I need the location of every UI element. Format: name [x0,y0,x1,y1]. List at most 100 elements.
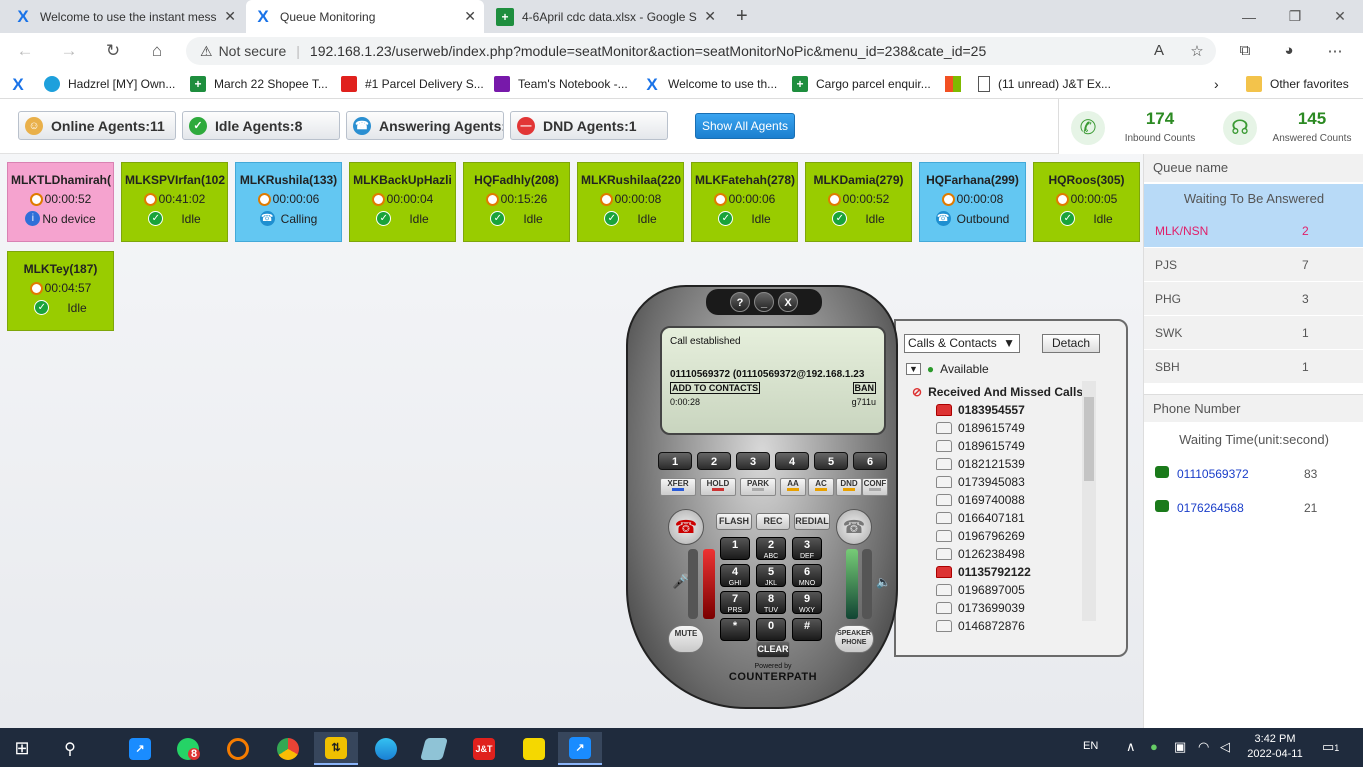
close-icon[interactable]: ✕ [224,8,236,25]
function-button[interactable]: XFER [660,478,696,496]
taskbar-whatsapp[interactable]: 8 [166,732,210,765]
taskbar-app-3[interactable] [216,732,260,765]
add-to-contacts-button[interactable]: ADD TO CONTACTS [670,382,761,394]
fav-item-3[interactable]: Team's Notebook -... [494,75,628,93]
fav-item-1[interactable]: + March 22 Shopee T... [190,75,328,93]
fav-item-4[interactable]: X Welcome to use th... [644,75,777,94]
fav-item-2[interactable]: #1 Parcel Delivery S... [341,75,484,93]
collections-icon[interactable]: ⧉ [1234,42,1256,62]
function-button[interactable]: AA [780,478,806,496]
call-list-item[interactable]: 01135792122 [936,563,1086,581]
function-button[interactable]: PARK [740,478,776,496]
minimize-button[interactable]: _ [754,292,774,312]
keypad-key[interactable]: # [792,618,822,641]
keypad-key[interactable]: 5 JKL [756,564,786,587]
scroll-thumb[interactable] [1084,397,1094,481]
url-field[interactable]: ⚠ Not secure | 192.168.1.23/userweb/inde… [186,37,1216,65]
fav-x[interactable]: X [10,75,34,94]
network-icon[interactable]: ▣ [1174,739,1186,755]
keypad-key[interactable]: 7 PRS [720,591,750,614]
rec-button[interactable]: REC [756,513,790,530]
forward-icon[interactable]: → [56,39,82,63]
queue-row[interactable]: SBH 1 [1144,350,1363,384]
window-close-icon[interactable]: ✕ [1317,0,1363,33]
call-list-item[interactable]: 0189615749 [936,419,1086,437]
agent-card[interactable]: MLKTey(187) 00:04:57 ✓ Idle [7,251,114,331]
line-button[interactable]: 4 [775,452,809,470]
online-agents-button[interactable]: ☺ Online Agents:11 [18,111,176,140]
line-button[interactable]: 5 [814,452,848,470]
taskbar-app-7[interactable] [412,732,456,765]
agent-card[interactable]: MLKRushilaa(220 00:00:08 ✓ Idle [577,162,684,242]
search-button[interactable]: ⚲ [48,732,92,765]
line-button[interactable]: 3 [736,452,770,470]
tab-spreadsheet[interactable]: + 4-6April cdc data.xlsx - Google S ✕ [488,0,724,33]
notifications-icon[interactable]: ▭1 [1322,739,1339,755]
chevron-up-icon[interactable]: ∧ [1126,739,1136,755]
favorite-star-icon[interactable]: ☆ [1186,42,1208,62]
queue-row[interactable]: SWK 1 [1144,316,1363,350]
read-aloud-icon[interactable]: A [1148,42,1170,62]
agent-card[interactable]: HQFadhly(208) 00:15:26 ✓ Idle [463,162,570,242]
chevron-right-icon[interactable]: › [1214,75,1219,93]
function-button[interactable]: CONF [862,478,888,496]
taskbar-jt[interactable]: J&T [462,732,506,765]
agent-card[interactable]: MLKRushila(133) 00:00:06 ☎ Calling [235,162,342,242]
close-button[interactable]: X [778,292,798,312]
call-list-item[interactable]: 0166407181 [936,509,1086,527]
other-favorites[interactable]: Other favorites [1246,75,1349,93]
show-all-agents-button[interactable]: Show All Agents [695,113,795,139]
call-list-item[interactable]: 0173699039 [936,599,1086,617]
tray-app-icon[interactable]: ● [1150,739,1158,754]
keypad-key[interactable]: 4 GHI [720,564,750,587]
speaker-slider[interactable] [862,549,872,619]
call-list-item[interactable]: 0182121539 [936,455,1086,473]
function-button[interactable]: AC [808,478,834,496]
calls-scrollbar[interactable] [1082,381,1096,621]
fav-item-5[interactable]: + Cargo parcel enquir... [792,75,931,93]
queue-row[interactable]: PJS 7 [1144,248,1363,282]
call-list-item[interactable]: 0183954557 [936,401,1086,419]
call-list-item[interactable]: 0146872876 [936,617,1086,635]
call-list-item[interactable]: 0189615749 [936,437,1086,455]
call-list-item[interactable]: 0169740088 [936,491,1086,509]
fav-windows[interactable] [945,75,969,93]
back-icon[interactable]: ← [12,39,38,63]
call-list-item[interactable]: 0196897005 [936,581,1086,599]
close-icon[interactable]: ✕ [704,8,716,25]
volume-icon[interactable]: ◁ [1220,739,1230,755]
call-list-item[interactable]: 0173945083 [936,473,1086,491]
waiting-phone-number[interactable]: 0176264568 [1177,501,1244,515]
keypad-key[interactable]: 9 WXY [792,591,822,614]
flash-button[interactable]: FLASH [716,513,752,530]
queue-row[interactable]: PHG 3 [1144,282,1363,316]
line-button[interactable]: 2 [697,452,731,470]
tab-welcome[interactable]: X Welcome to use the instant mess ✕ [6,0,244,33]
call-list-item[interactable]: 0126238498 [936,545,1086,563]
agent-card[interactable]: MLKFatehah(278) 00:00:06 ✓ Idle [691,162,798,242]
agent-card[interactable]: MLKTLDhamirah(00:00:52 i No device [7,162,114,242]
keypad-key[interactable]: 3 DEF [792,537,822,560]
taskbar-edge[interactable] [364,732,408,765]
keypad-key[interactable]: 0 [756,618,786,641]
waiting-phone-number[interactable]: 01110569372 [1177,467,1249,481]
taskbar-app-10[interactable]: ↗ [558,732,602,765]
line-button[interactable]: 6 [853,452,887,470]
agent-card[interactable]: MLKSPVIrfan(102 00:41:02 ✓ Idle [121,162,228,242]
availability-status[interactable]: ▼ ● Available [906,362,989,376]
more-icon[interactable]: ⋯ [1324,42,1346,62]
fav-item-6[interactable]: (11 unread) J&T Ex... [978,75,1111,93]
redial-button[interactable]: REDIAL [794,513,830,530]
home-icon[interactable]: ⌂ [144,39,170,63]
keypad-key[interactable]: * [720,618,750,641]
taskbar-app-1[interactable]: ↗ [118,732,162,765]
call-list-item[interactable]: 0196796269 [936,527,1086,545]
fav-item-0[interactable]: Hadzrel [MY] Own... [44,75,175,93]
keypad-key[interactable]: 1 [720,537,750,560]
agent-card[interactable]: HQFarhana(299) 00:00:08 ☎ Outbound [919,162,1026,242]
taskbar-chrome[interactable] [266,732,310,765]
new-tab-button[interactable]: + [728,0,754,33]
taskbar-app-5[interactable]: ⇅ [314,732,358,765]
minimize-icon[interactable]: — [1226,0,1272,33]
waiting-phone-row[interactable]: 0176264568 21 [1144,490,1363,524]
